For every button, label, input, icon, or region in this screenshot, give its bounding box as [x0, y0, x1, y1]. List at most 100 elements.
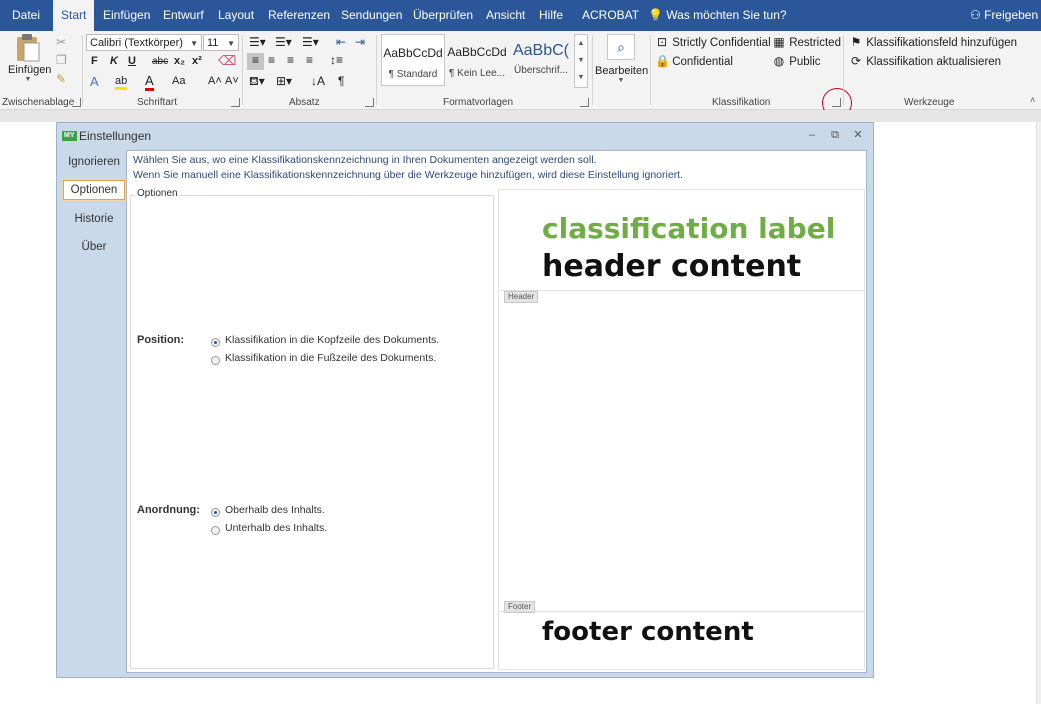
order-option-above[interactable]: Oberhalb des Inhalts.	[225, 504, 325, 516]
flag-icon: ⚑	[850, 35, 862, 49]
classification-item-label: Restricted	[789, 37, 841, 49]
classification-restricted[interactable]: ▦ Restricted	[772, 35, 841, 49]
nav-optionen[interactable]: Optionen	[63, 180, 125, 200]
style-standard[interactable]: AaBbCcDd ¶ Standard	[381, 34, 445, 86]
bullets-icon[interactable]: ☰▾	[249, 35, 266, 49]
borders-icon[interactable]: ⊞▾	[276, 74, 292, 88]
align-center-icon[interactable]: ≡	[268, 53, 275, 67]
lightbulb-icon: 💡	[648, 8, 663, 22]
style-name: ¶ Standard	[388, 69, 438, 80]
font-name-combo[interactable]: Calibri (Textkörper) ▼	[86, 34, 202, 51]
tab-sendungen[interactable]: Sendungen	[341, 0, 402, 31]
tab-einfuegen[interactable]: Einfügen	[103, 0, 150, 31]
tab-ueberpruefen[interactable]: Überprüfen	[413, 0, 473, 31]
close-icon[interactable]: ✕	[851, 128, 865, 142]
tab-datei[interactable]: Datei	[12, 0, 40, 31]
styles-launcher-icon[interactable]	[580, 98, 589, 107]
editing-button[interactable]: ⌕ Bearbeiten ▼	[595, 34, 648, 84]
minimize-icon[interactable]: –	[805, 128, 819, 142]
style-name: Überschrif...	[514, 65, 568, 76]
group-separator	[242, 35, 243, 105]
group-separator	[592, 35, 593, 105]
multilevel-list-icon[interactable]: ☰▾	[302, 35, 319, 49]
shading-icon[interactable]: ⛾▾	[249, 74, 265, 90]
clear-formatting-icon[interactable]: ⌫	[218, 53, 236, 69]
radio-order-above[interactable]	[211, 508, 220, 517]
group-separator	[82, 35, 83, 105]
tab-referenzen[interactable]: Referenzen	[268, 0, 330, 31]
justify-icon[interactable]: ≡	[306, 53, 313, 67]
italic-button[interactable]: K	[110, 55, 118, 67]
classification-public[interactable]: ◍ Public	[772, 54, 821, 68]
radio-order-below[interactable]	[211, 526, 220, 535]
classification-item-label: Confidential	[672, 56, 733, 68]
footer-divider	[499, 611, 864, 612]
classification-strictly-confidential[interactable]: ⊡ Strictly Confidential	[655, 35, 771, 49]
grow-font-button[interactable]: A˄	[208, 75, 222, 87]
styles-scroller[interactable]: ▲ ▼ ▼	[574, 34, 588, 88]
document-scrollbar[interactable]	[1036, 122, 1041, 704]
font-launcher-icon[interactable]	[231, 98, 240, 107]
order-option-below[interactable]: Unterhalb des Inhalts.	[225, 522, 327, 534]
collapse-ribbon-icon[interactable]: ˄	[1030, 95, 1035, 105]
show-formatting-button[interactable]: ¶	[338, 74, 344, 88]
style-no-spacing[interactable]: AaBbCcDd ¶ Kein Lee...	[445, 34, 509, 86]
tab-entwurf[interactable]: Entwurf	[163, 0, 204, 31]
chevron-down-icon: ▼	[577, 57, 585, 64]
numbering-icon[interactable]: ☰▾	[275, 35, 292, 49]
tab-hilfe[interactable]: Hilfe	[539, 0, 563, 31]
format-painter-icon[interactable]: ✎	[56, 72, 66, 86]
increase-indent-icon[interactable]: ⇥	[355, 35, 365, 49]
superscript-button[interactable]: x²	[192, 55, 202, 67]
preview-pane: classification label header content Head…	[498, 189, 865, 670]
position-option-footer[interactable]: Klassifikation in die Fußzeile des Dokum…	[225, 352, 436, 364]
strikethrough-button[interactable]: abc	[152, 56, 168, 67]
group-label-classification: Klassifikation	[712, 97, 771, 108]
bold-button[interactable]: F	[91, 55, 98, 67]
share-button[interactable]: ⚇ Freigeben	[970, 0, 1038, 31]
tell-me-label: Was möchten Sie tun?	[666, 8, 787, 22]
line-spacing-icon[interactable]: ↕≡	[330, 53, 343, 67]
menu-bar: Datei Start Einfügen Entwurf Layout Refe…	[0, 0, 1041, 31]
radio-position-header[interactable]	[211, 338, 220, 347]
subscript-button[interactable]: x₂	[174, 55, 185, 67]
style-preview: AaBbCcDd	[383, 46, 443, 60]
change-case-button[interactable]: Aa	[172, 75, 185, 87]
text-effects-icon[interactable]: A	[90, 74, 99, 89]
add-classification-field-button[interactable]: ⚑ Klassifikationsfeld hinzufügen	[849, 35, 1017, 49]
tab-acrobat[interactable]: ACROBAT	[582, 0, 639, 31]
tab-start[interactable]: Start	[53, 0, 95, 31]
restore-icon[interactable]: ⧉	[828, 128, 842, 142]
more-styles-icon: ▼	[577, 74, 585, 81]
update-classification-button[interactable]: ⟳ Klassifikation aktualisieren	[849, 54, 1001, 68]
preview-header-content: header content	[542, 249, 802, 284]
font-size-value: 11	[207, 37, 219, 49]
copy-icon[interactable]: ❐	[56, 53, 67, 67]
align-right-icon[interactable]: ≡	[287, 53, 294, 67]
cut-icon[interactable]: ✂	[56, 35, 66, 49]
classification-confidential[interactable]: 🔒 Confidential	[655, 54, 733, 68]
nav-ignorieren[interactable]: Ignorieren	[63, 152, 125, 172]
underline-button[interactable]: U	[128, 55, 136, 67]
font-size-combo[interactable]: 11 ▼	[203, 34, 239, 51]
shrink-font-button[interactable]: A˅	[225, 75, 239, 87]
tell-me-search[interactable]: 💡 Was möchten Sie tun?	[648, 0, 787, 31]
nav-historie[interactable]: Historie	[63, 209, 125, 229]
paste-button[interactable]: Einfügen ▼	[8, 33, 51, 89]
classification-item-label: Strictly Confidential	[672, 37, 771, 49]
dialog-title-bar[interactable]: MY Einstellungen – ⧉ ✕	[57, 123, 873, 149]
position-option-header[interactable]: Klassifikation in die Kopfzeile des Doku…	[225, 334, 439, 346]
clipboard-launcher-icon[interactable]	[72, 98, 81, 107]
nav-ueber[interactable]: Über	[63, 237, 125, 257]
tab-ansicht[interactable]: Ansicht	[486, 0, 525, 31]
paragraph-launcher-icon[interactable]	[365, 98, 374, 107]
preview-classification-label: classification label	[542, 212, 836, 245]
style-heading[interactable]: AaBbC( Überschrif...	[509, 34, 573, 86]
align-left-icon[interactable]: ≡	[247, 53, 264, 70]
radio-position-footer[interactable]	[211, 356, 220, 365]
font-color-icon[interactable]: A	[145, 73, 154, 91]
decrease-indent-icon[interactable]: ⇤	[336, 35, 346, 49]
highlight-icon[interactable]: ab	[115, 75, 128, 90]
sort-icon[interactable]: ↓A	[311, 74, 325, 88]
tab-layout[interactable]: Layout	[218, 0, 254, 31]
